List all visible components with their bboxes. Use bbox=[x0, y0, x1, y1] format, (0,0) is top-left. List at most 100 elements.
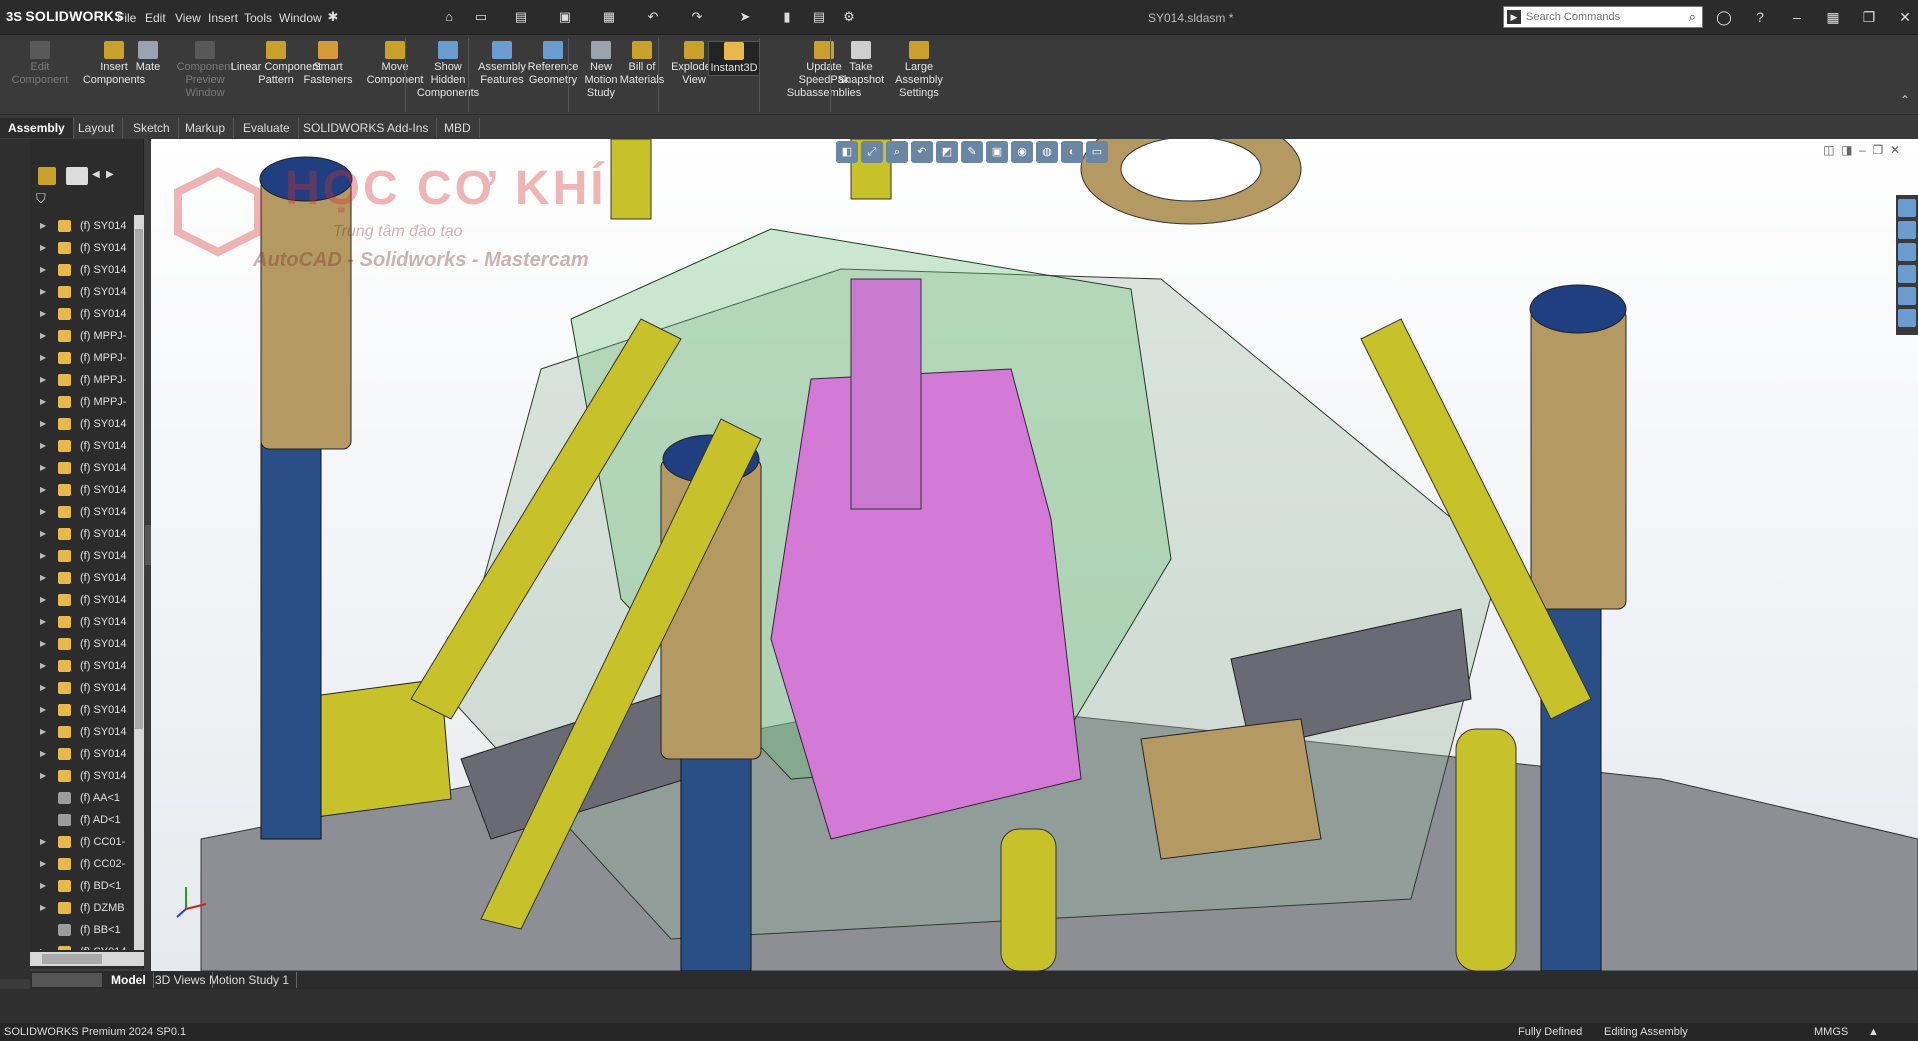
menu-view[interactable]: View bbox=[175, 11, 201, 25]
tree-item[interactable]: (f) AA<1 bbox=[30, 787, 134, 809]
expand-arrow-icon[interactable]: ▶ bbox=[40, 347, 46, 369]
home-icon[interactable]: ⌂ bbox=[440, 8, 458, 26]
smart-fasteners-button[interactable]: Smart Fasteners bbox=[298, 41, 358, 87]
expand-arrow-icon[interactable]: ▶ bbox=[40, 655, 46, 677]
expand-arrow-icon[interactable]: ▶ bbox=[40, 545, 46, 567]
tree-item[interactable]: ▶ (f) SY014 bbox=[30, 523, 134, 545]
expand-arrow-icon[interactable]: ▶ bbox=[40, 369, 46, 391]
file-explorer-icon[interactable] bbox=[1898, 243, 1916, 261]
menu-tools[interactable]: Tools bbox=[244, 11, 272, 25]
take-snapshot-button[interactable]: Take Snapshot bbox=[836, 41, 886, 87]
tree-item[interactable]: ▶ (f) BD<1 bbox=[30, 875, 134, 897]
tree-item[interactable]: ▶ (f) SY014 bbox=[30, 655, 134, 677]
expand-arrow-icon[interactable]: ▶ bbox=[40, 941, 46, 950]
solidworks-logo[interactable]: 3S SOLIDWORKS bbox=[6, 8, 124, 24]
large-assembly-settings-button[interactable]: Large Assembly Settings bbox=[882, 41, 956, 100]
expand-arrow-icon[interactable]: ▶ bbox=[40, 303, 46, 325]
graphics-area[interactable]: HỌC CƠ KHÍ Trung tâm đào tạo AutoCAD - S… bbox=[151, 139, 1918, 971]
tree-item[interactable]: ▶ (f) SY014 bbox=[30, 765, 134, 787]
select-icon[interactable]: ➤ bbox=[736, 8, 754, 26]
tree-item[interactable]: ▶ (f) SY014 bbox=[30, 501, 134, 523]
restore-icon[interactable]: ❐ bbox=[1858, 8, 1880, 26]
expand-arrow-icon[interactable]: ▶ bbox=[40, 523, 46, 545]
tile-icon[interactable]: ▦ bbox=[1822, 8, 1844, 26]
expand-arrow-icon[interactable]: ▶ bbox=[40, 259, 46, 281]
tab-evaluate[interactable]: Evaluate bbox=[235, 118, 299, 138]
tree-item[interactable]: ▶ (f) SY014 bbox=[30, 677, 134, 699]
expand-arrow-icon[interactable]: ▶ bbox=[40, 611, 46, 633]
bottom-tab-model[interactable]: Model bbox=[104, 972, 154, 988]
tree-item[interactable]: ▶ (f) SY014 bbox=[30, 941, 134, 950]
tab-sketch[interactable]: Sketch bbox=[125, 118, 179, 138]
tree-item[interactable]: (f) AD<1 bbox=[30, 809, 134, 831]
expand-arrow-icon[interactable]: ▶ bbox=[40, 479, 46, 501]
tree-item[interactable]: ▶ (f) CC02- bbox=[30, 853, 134, 875]
tree-item[interactable]: ▶ (f) SY014 bbox=[30, 259, 134, 281]
expand-arrow-icon[interactable]: ▶ bbox=[40, 743, 46, 765]
menu-window[interactable]: Window bbox=[279, 11, 322, 25]
new-document-icon[interactable]: ▭ bbox=[472, 8, 490, 26]
tree-item[interactable]: ▶ (f) SY014 bbox=[30, 589, 134, 611]
tab-assembly[interactable]: Assembly bbox=[0, 118, 74, 138]
tree-item[interactable]: ▶ (f) SY014 bbox=[30, 479, 134, 501]
minimize-icon[interactable]: – bbox=[1786, 8, 1808, 26]
instant3d-button[interactable]: Instant3D bbox=[708, 41, 760, 76]
tree-item[interactable]: ▶ (f) SY014 bbox=[30, 215, 134, 237]
display-style-icon[interactable]: ▣ bbox=[986, 141, 1008, 163]
tree-item[interactable]: ▶ (f) MPPJ- bbox=[30, 391, 134, 413]
custom-properties-icon[interactable] bbox=[1898, 309, 1916, 327]
menu-file[interactable]: File bbox=[117, 11, 136, 25]
search-commands[interactable]: ▶ ⌕ bbox=[1503, 6, 1703, 28]
tree-item[interactable]: ▶ (f) SY014 bbox=[30, 435, 134, 457]
viewport-restore-icon[interactable]: ❐ bbox=[1873, 143, 1884, 157]
expand-arrow-icon[interactable]: ▶ bbox=[40, 501, 46, 523]
tree-item[interactable]: (f) BB<1 bbox=[30, 919, 134, 941]
scroll-thumb[interactable] bbox=[135, 229, 143, 729]
edit-component-button[interactable]: Edit Component bbox=[8, 41, 72, 87]
tree-item[interactable]: ▶ (f) SY014 bbox=[30, 413, 134, 435]
expand-arrow-icon[interactable]: ▶ bbox=[40, 567, 46, 589]
expand-arrow-icon[interactable]: ▶ bbox=[40, 281, 46, 303]
filter-icon[interactable]: ⛉ bbox=[36, 191, 46, 207]
mate-button[interactable]: Mate bbox=[128, 41, 168, 74]
print-icon[interactable]: ▦ bbox=[600, 8, 618, 26]
scroll-right-icon[interactable]: ▶ bbox=[106, 169, 114, 180]
expand-arrow-icon[interactable]: ▶ bbox=[40, 457, 46, 479]
tree-item[interactable]: ▶ (f) MPPJ- bbox=[30, 325, 134, 347]
tree-item[interactable]: ▶ (f) SY014 bbox=[30, 237, 134, 259]
tree-scrollbar[interactable] bbox=[134, 215, 144, 950]
menu-insert[interactable]: Insert bbox=[208, 11, 238, 25]
undo-icon[interactable]: ↶ bbox=[644, 8, 662, 26]
expand-arrow-icon[interactable]: ▶ bbox=[40, 765, 46, 787]
status-caret-icon[interactable]: ▲ bbox=[1868, 1023, 1879, 1041]
tree-item[interactable]: ▶ (f) SY014 bbox=[30, 545, 134, 567]
scene-icon[interactable]: ◐ bbox=[1061, 141, 1083, 163]
expand-arrow-icon[interactable]: ▶ bbox=[40, 677, 46, 699]
tab-layout[interactable]: Layout bbox=[70, 118, 124, 138]
collapse-ribbon-icon[interactable]: ⌃ bbox=[1900, 93, 1910, 107]
expand-arrow-icon[interactable]: ▶ bbox=[40, 853, 46, 875]
expand-arrow-icon[interactable]: ▶ bbox=[40, 897, 46, 919]
expand-arrow-icon[interactable]: ▶ bbox=[40, 589, 46, 611]
zoom-area-icon[interactable]: ⌕ bbox=[886, 141, 908, 163]
bill-of-materials-button[interactable]: Bill of Materials bbox=[616, 41, 668, 87]
account-icon[interactable]: ◯ bbox=[1713, 8, 1735, 26]
view-settings-icon[interactable]: ▭ bbox=[1086, 141, 1108, 163]
tab-markup[interactable]: Markup bbox=[177, 118, 235, 138]
dynamic-annotation-icon[interactable]: ✎ bbox=[961, 141, 983, 163]
close-icon[interactable]: ✕ bbox=[1894, 8, 1916, 26]
show-hidden-components-button[interactable]: Show Hidden Components bbox=[413, 41, 483, 100]
tree-item[interactable]: ▶ (f) SY014 bbox=[30, 567, 134, 589]
tree-item[interactable]: ▶ (f) SY014 bbox=[30, 457, 134, 479]
viewport-close-icon[interactable]: ✕ bbox=[1890, 143, 1900, 157]
tree-item[interactable]: ▶ (f) DZMB bbox=[30, 897, 134, 919]
tree-item[interactable]: ▶ (f) MPPJ- bbox=[30, 369, 134, 391]
view-orientation-icon[interactable]: ◧ bbox=[836, 141, 858, 163]
expand-arrow-icon[interactable]: ▶ bbox=[40, 831, 46, 853]
viewport-tile-icon[interactable]: ◫ bbox=[1823, 143, 1834, 157]
viewport-split-icon[interactable]: ◨ bbox=[1841, 143, 1852, 157]
tab-solidworks-add-ins[interactable]: SOLIDWORKS Add-Ins bbox=[295, 118, 438, 138]
tree-horizontal-scrollbar[interactable] bbox=[30, 952, 144, 966]
pin-icon[interactable]: ✱ bbox=[324, 8, 342, 26]
solidworks-resources-icon[interactable] bbox=[1898, 199, 1916, 217]
